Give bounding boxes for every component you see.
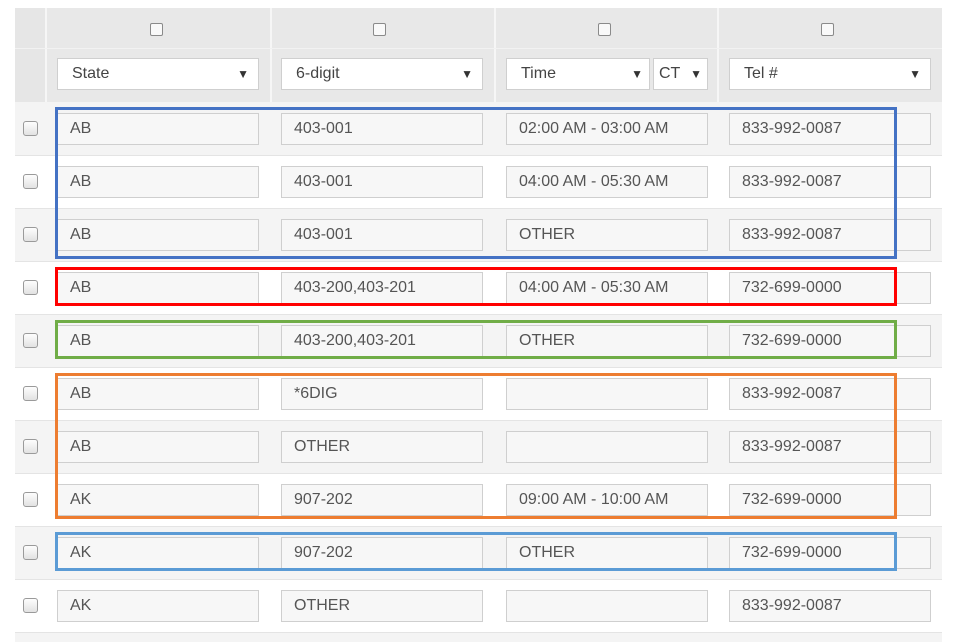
header-gutter — [15, 8, 45, 102]
chevron-down-icon: ▼ — [237, 67, 249, 81]
header-divider — [494, 8, 496, 102]
row-checkbox[interactable] — [23, 545, 38, 560]
state-filter-label: State — [72, 65, 110, 82]
tel-filter-label: Tel # — [744, 65, 778, 82]
time-cell[interactable] — [506, 590, 708, 622]
row-checkbox[interactable] — [23, 280, 38, 295]
highlight-box-red — [55, 267, 897, 306]
tel-filter-dropdown[interactable]: Tel # ▼ — [729, 58, 931, 90]
state-cell[interactable]: AK — [57, 590, 259, 622]
row-checkbox[interactable] — [23, 174, 38, 189]
column-select-checkbox-6digit[interactable] — [373, 23, 386, 36]
state-filter-dropdown[interactable]: State ▼ — [57, 58, 259, 90]
row-checkbox[interactable] — [23, 439, 38, 454]
chevron-down-icon: ▼ — [461, 67, 473, 81]
code-cell[interactable]: OTHER — [281, 590, 483, 622]
time-filter-label: Time — [521, 65, 556, 82]
row-checkbox[interactable] — [23, 227, 38, 242]
row-checkbox[interactable] — [23, 121, 38, 136]
time-filter-dropdown[interactable]: Time ▼ — [506, 58, 650, 90]
chevron-down-icon: ▼ — [909, 67, 921, 81]
column-select-checkbox-state[interactable] — [150, 23, 163, 36]
header-divider — [270, 8, 272, 102]
highlight-box-orange — [55, 373, 897, 519]
row-checkbox[interactable] — [23, 492, 38, 507]
6digit-filter-dropdown[interactable]: 6-digit ▼ — [281, 58, 483, 90]
6digit-filter-label: 6-digit — [296, 65, 340, 82]
row-checkbox[interactable] — [23, 598, 38, 613]
chevron-down-icon: ▼ — [690, 67, 702, 81]
chevron-down-icon: ▼ — [631, 67, 643, 81]
row-checkbox[interactable] — [23, 386, 38, 401]
column-select-checkbox-time[interactable] — [598, 23, 611, 36]
highlight-box-blue — [55, 107, 897, 259]
highlight-box-lightblue — [55, 532, 897, 571]
row-checkbox[interactable] — [23, 333, 38, 348]
column-select-checkbox-tel[interactable] — [821, 23, 834, 36]
timezone-dropdown[interactable]: CT ▼ — [653, 58, 708, 90]
highlight-box-green — [55, 320, 897, 359]
tel-cell[interactable]: 833-992-0087 — [729, 590, 931, 622]
timezone-label: CT — [659, 65, 681, 82]
header-divider — [45, 8, 47, 102]
header-row-divider — [15, 48, 942, 49]
table-row — [15, 633, 942, 642]
header-divider — [717, 8, 719, 102]
